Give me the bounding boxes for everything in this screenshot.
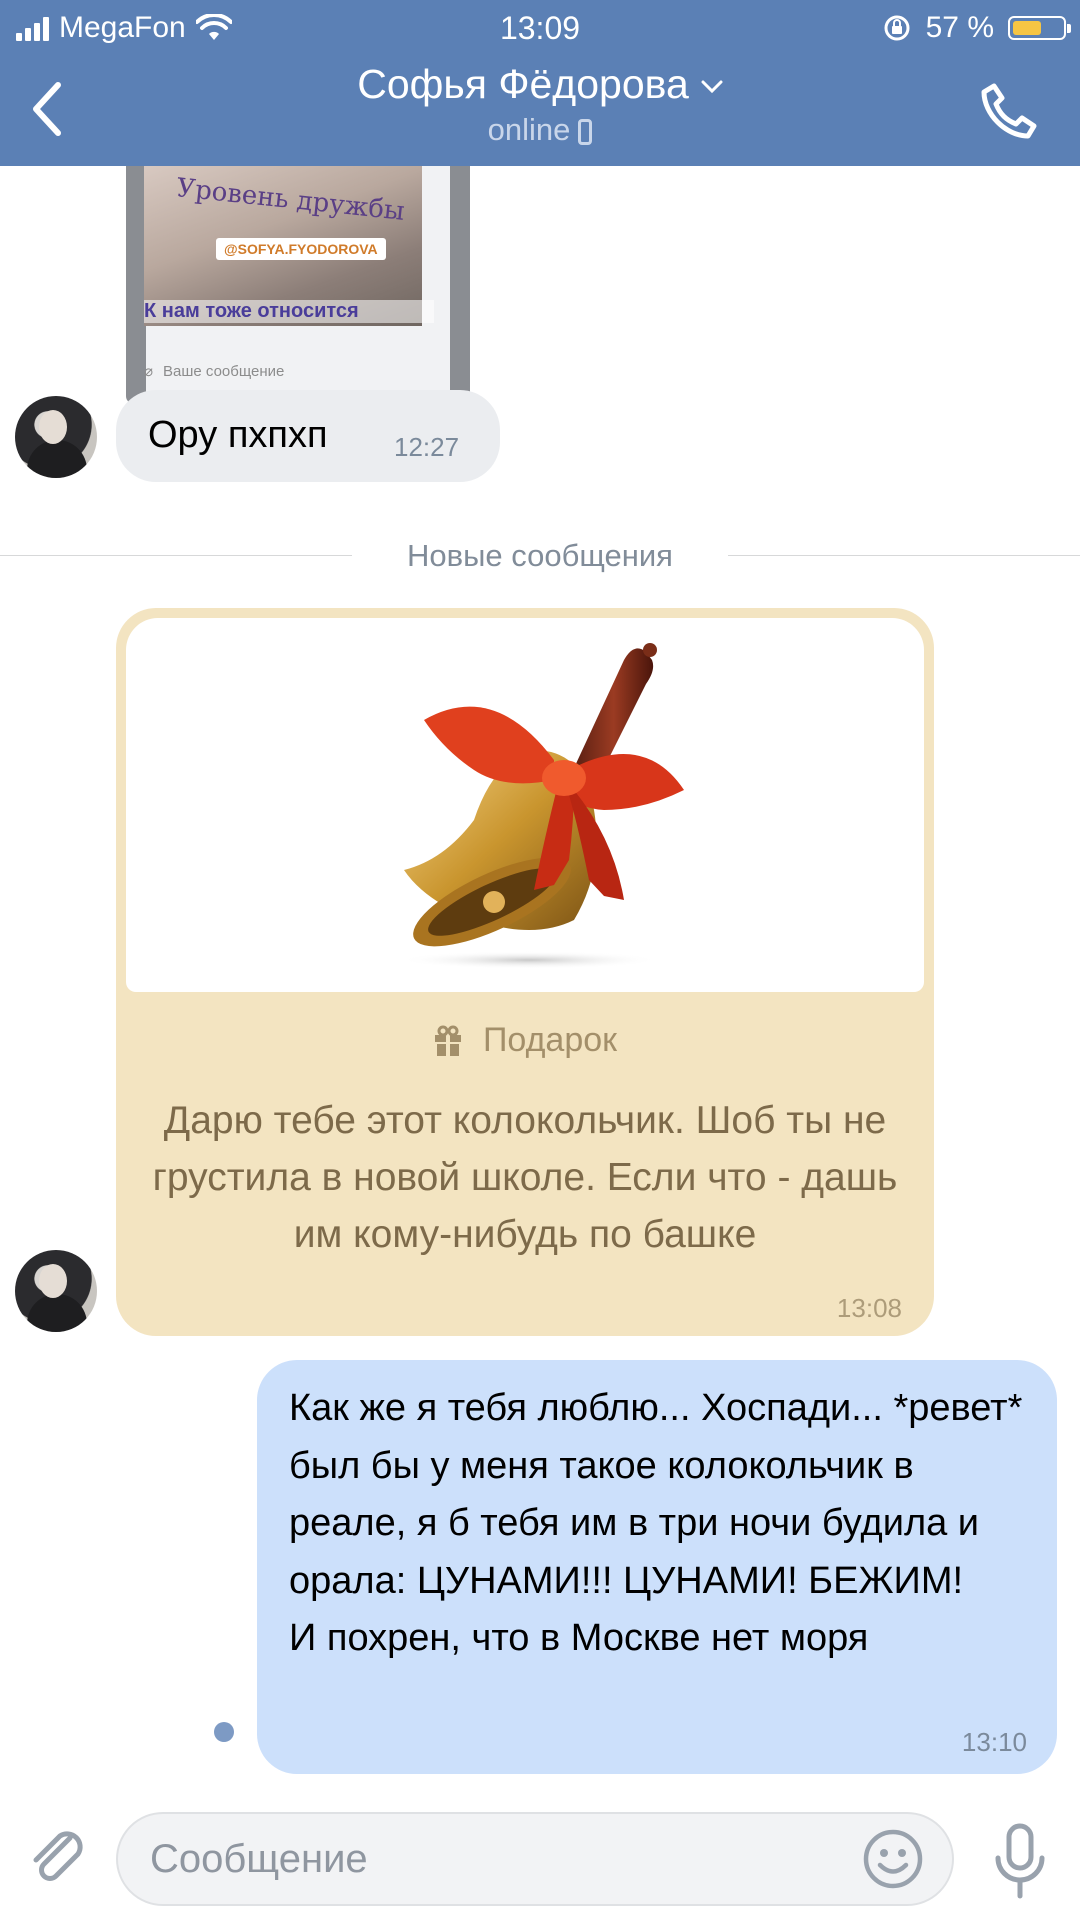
status-bar-right: 57 % [882,6,1071,50]
avatar[interactable] [15,396,97,478]
gift-text: Дарю тебе этот колокольчик. Шоб ты не гр… [152,1099,898,1256]
story-screenshot[interactable]: Уровень дружбы @SOFYA.FYODOROVA К нам то… [126,166,470,404]
message-bubble-incoming[interactable]: Ору пхпхп 12:27 [116,390,500,482]
message-time: 12:27 [394,432,460,462]
message-input[interactable]: Сообщение [116,1812,954,1906]
new-messages-divider: Новые сообщения [407,538,673,573]
gift-message[interactable]: Подарок Дарю тебе этот колокольчик. Шоб … [116,608,934,1336]
message-text: Как же я тебя люблю... Хоспади... *ревет… [289,1387,1023,1659]
story-input-placeholder: Ваше сообщение [163,362,285,380]
gift-label: Подарок [116,1018,934,1062]
chat-header: MegaFon 13:09 57 % Софья Фёдорова online [0,0,1080,166]
avatar[interactable] [15,1250,97,1332]
gift-time: 13:08 [836,1293,902,1323]
contact-title[interactable]: Софья Фёдорова [0,58,1080,110]
contact-status: online [0,110,1080,150]
avatar-body [27,1294,87,1332]
phone-icon[interactable] [976,80,1040,144]
avatar-face [39,1264,67,1298]
message-time: 13:10 [961,1727,1027,1757]
smile-icon[interactable] [862,1828,924,1890]
microphone-icon[interactable] [990,1822,1050,1902]
battery-percent: 57 % [925,11,994,44]
gift-label-text: Подарок [482,1021,618,1059]
rotation-lock-icon [884,15,910,41]
paperclip-icon[interactable] [26,1824,90,1888]
message-text: Ору пхпхп [148,414,328,456]
avatar-face [39,410,67,444]
bell-image [399,643,684,969]
battery-icon [1008,16,1071,40]
contact-name: Софья Фёдорова [357,61,689,107]
gift-image-frame [126,618,924,992]
unread-indicator [214,1722,234,1742]
chevron-down-icon [701,80,723,94]
message-bubble-outgoing[interactable]: Как же я тебя люблю... Хоспади... *ревет… [257,1360,1057,1774]
paperclip-icon: ⌀ [144,363,154,380]
story-tag: @SOFYA.FYODOROVA [216,238,386,260]
gift-icon [434,1025,461,1056]
mobile-device-icon [578,118,593,145]
status-text: online [487,112,571,147]
message-input-placeholder: Сообщение [150,1837,368,1881]
story-input-bar: ⌀ Ваше сообщение [144,354,452,388]
story-caption: К нам тоже относится [144,300,434,323]
avatar-body [27,440,87,478]
